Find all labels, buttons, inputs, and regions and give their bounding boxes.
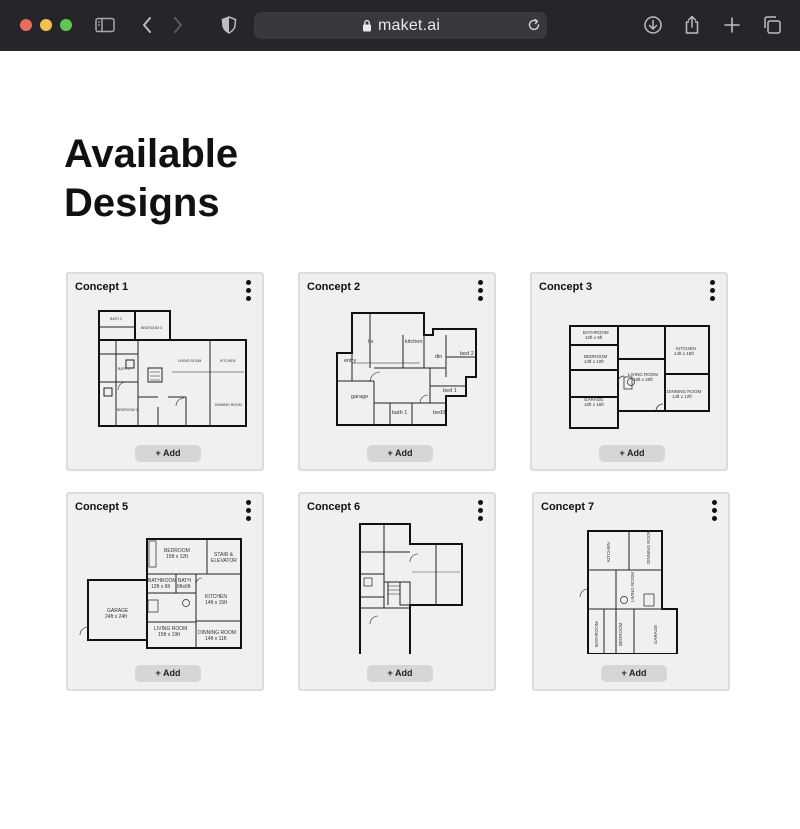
svg-text:BATHROOM: BATHROOM	[594, 621, 599, 647]
svg-text:GARAGE: GARAGE	[653, 625, 658, 644]
svg-text:KITCHEN: KITCHEN	[220, 359, 236, 363]
shield-icon[interactable]	[217, 13, 241, 37]
maximize-window-button[interactable]	[60, 19, 72, 31]
concept-card[interactable]: Concept 2 entry liv kitchen din bed 2 ga…	[298, 272, 496, 471]
svg-text:BATH 2: BATH 2	[110, 317, 122, 321]
svg-text:15ft x 20ft: 15ft x 20ft	[633, 377, 654, 382]
floor-plan: BATH 2 BEDROOM 3 BATH 1 BEDROOM 2 LIVING…	[68, 302, 266, 434]
floor-plan	[300, 522, 498, 654]
svg-text:ELEVATOR: ELEVATOR	[211, 558, 237, 564]
svg-text:15ft x 12ft: 15ft x 12ft	[166, 554, 189, 560]
svg-text:bath 1: bath 1	[392, 410, 407, 416]
card-title: Concept 3	[539, 281, 593, 293]
add-button[interactable]: + Add	[367, 445, 433, 462]
concept-card[interactable]: Concept 3 BATHROOM 12ft x 6ft BEDROOM 14…	[530, 272, 728, 471]
svg-text:kitchen: kitchen	[405, 339, 422, 345]
add-button[interactable]: + Add	[367, 665, 433, 682]
page-title: Available Designs	[64, 132, 239, 225]
reload-icon[interactable]	[527, 18, 541, 37]
svg-text:15ft x 19ft: 15ft x 19ft	[158, 632, 181, 638]
svg-text:DINNING ROOM: DINNING ROOM	[215, 403, 242, 407]
svg-text:bed 1: bed 1	[443, 388, 457, 394]
svg-text:BATH 1: BATH 1	[118, 367, 130, 371]
more-options-icon[interactable]	[710, 280, 716, 302]
add-button[interactable]: + Add	[135, 665, 201, 682]
svg-text:garage: garage	[351, 394, 368, 400]
svg-text:BEDROOM: BEDROOM	[618, 622, 623, 646]
svg-text:bed 2: bed 2	[460, 351, 474, 357]
minimize-window-button[interactable]	[40, 19, 52, 31]
card-title: Concept 7	[541, 501, 595, 513]
svg-text:14ft x 15ft: 14ft x 15ft	[674, 351, 695, 356]
browser-window: maket.ai Available Designs Concept 1 BAT…	[0, 0, 800, 829]
more-options-icon[interactable]	[246, 500, 252, 522]
svg-text:BEDROOM 3: BEDROOM 3	[141, 326, 162, 330]
card-title: Concept 1	[75, 281, 129, 293]
browser-toolbar: maket.ai	[0, 0, 800, 51]
new-tab-icon[interactable]	[720, 13, 744, 37]
svg-text:din: din	[435, 354, 442, 360]
more-options-icon[interactable]	[712, 500, 718, 522]
floor-plan: entry liv kitchen din bed 2 garage bed 1…	[300, 302, 498, 434]
svg-text:14ft x 11ft: 14ft x 11ft	[205, 636, 227, 642]
lock-icon	[362, 19, 372, 37]
svg-text:KITCHEN: KITCHEN	[606, 542, 611, 562]
svg-text:LIVING ROOM: LIVING ROOM	[178, 359, 201, 363]
floor-plan: BEDROOM 15ft x 12ft STAIR & ELEVATOR BAT…	[68, 522, 266, 654]
add-button[interactable]: + Add	[135, 445, 201, 462]
more-options-icon[interactable]	[478, 280, 484, 302]
svg-text:14ft x 12ft: 14ft x 12ft	[672, 394, 693, 399]
svg-text:DINNING ROOM: DINNING ROOM	[646, 529, 651, 564]
svg-text:bed3: bed3	[433, 410, 445, 416]
url-text: maket.ai	[378, 17, 441, 34]
card-title: Concept 2	[307, 281, 361, 293]
svg-text:14ft x 10ft: 14ft x 10ft	[584, 359, 605, 364]
more-options-icon[interactable]	[246, 280, 252, 302]
card-title: Concept 6	[307, 501, 361, 513]
svg-text:12ft x 6ft: 12ft x 6ft	[585, 335, 603, 340]
concept-card[interactable]: Concept 6 + Add	[298, 492, 496, 691]
add-button[interactable]: + Add	[599, 445, 665, 462]
forward-icon[interactable]	[166, 13, 190, 37]
concept-card[interactable]: Concept 1 BATH 2 BEDROOM 3 BATH 1 BEDROO…	[66, 272, 264, 471]
floor-plan: KITCHEN DINNING ROOM LIVING ROOM BATHROO…	[534, 522, 732, 654]
svg-text:12ft x 6ft: 12ft x 6ft	[151, 584, 171, 590]
tabs-overview-icon[interactable]	[760, 13, 784, 37]
close-window-button[interactable]	[20, 19, 32, 31]
back-icon[interactable]	[135, 13, 159, 37]
svg-text:liv: liv	[368, 339, 373, 345]
svg-text:LIVING ROOM: LIVING ROOM	[630, 572, 635, 602]
card-title: Concept 5	[75, 501, 129, 513]
svg-text:24ft x 24ft: 24ft x 24ft	[105, 614, 128, 620]
add-button[interactable]: + Add	[601, 665, 667, 682]
svg-text:16ft x 16ft: 16ft x 16ft	[584, 402, 605, 407]
share-icon[interactable]	[680, 13, 704, 37]
floor-plan: BATHROOM 12ft x 6ft BEDROOM 14ft x 10ft …	[532, 302, 730, 434]
svg-text:entry: entry	[344, 358, 356, 364]
concept-card[interactable]: Concept 7 KITCHEN DINNING ROOM LIVING RO…	[532, 492, 730, 691]
concept-card[interactable]: Concept 5 BEDROOM 15ft x 12ft STAIR & EL…	[66, 492, 264, 691]
address-bar[interactable]: maket.ai	[254, 12, 547, 39]
svg-text:14ft x 15ft: 14ft x 15ft	[205, 600, 228, 606]
svg-text:BEDROOM 2: BEDROOM 2	[117, 408, 138, 412]
svg-text:6ftx6ft: 6ftx6ft	[177, 584, 191, 590]
download-icon[interactable]	[641, 13, 665, 37]
more-options-icon[interactable]	[478, 500, 484, 522]
sidebar-icon[interactable]	[93, 13, 117, 37]
